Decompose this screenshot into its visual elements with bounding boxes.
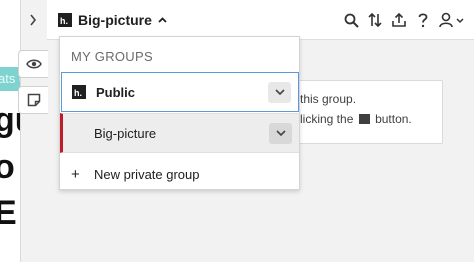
note-icon [27, 93, 40, 107]
top-bar-actions [342, 10, 466, 30]
group-item-label: Public [96, 84, 136, 100]
new-group-label: New private group [94, 166, 200, 182]
sort-arrows-icon [368, 12, 382, 28]
chevron-up-icon [158, 17, 167, 23]
menu-heading: MY GROUPS [71, 49, 153, 64]
annotate-icon [358, 114, 370, 124]
group-item-big-picture[interactable]: Big-picture [60, 113, 299, 153]
empty-state-card: this group. licking the button. [283, 80, 443, 144]
search-icon [344, 13, 359, 28]
group-switcher-button[interactable]: h. Big-picture [58, 10, 167, 30]
sidebar-top-bar: h. Big-picture [47, 0, 474, 40]
card-text-line: this group. [300, 92, 357, 106]
user-icon [439, 12, 464, 28]
group-item-label: Big-picture [94, 125, 157, 141]
group-item-public[interactable]: h. Public [61, 72, 299, 112]
hypothesis-logo-icon: h. [58, 13, 72, 27]
current-group-name: Big-picture [78, 12, 152, 28]
chevron-down-icon [275, 130, 286, 136]
hypothesis-logo-icon: h. [72, 85, 86, 99]
groups-dropdown-menu: MY GROUPS h. Public Big-picture + New pr… [59, 36, 300, 190]
sort-button[interactable] [366, 10, 384, 30]
eye-icon [25, 59, 42, 69]
collapse-sidebar-button[interactable] [20, 0, 46, 40]
group-expand-button[interactable] [268, 81, 291, 103]
help-button[interactable] [414, 10, 432, 30]
user-menu-button[interactable] [438, 10, 466, 30]
chevron-right-icon [30, 14, 37, 26]
card-text-line: licking the button. [300, 112, 412, 126]
share-button[interactable] [390, 10, 408, 30]
show-highlights-button[interactable] [18, 50, 48, 78]
chevron-down-icon [274, 89, 285, 95]
page-heading-fragment: E [0, 194, 17, 232]
new-page-note-button[interactable] [18, 86, 48, 114]
help-icon [418, 13, 428, 28]
plus-icon: + [71, 165, 80, 183]
search-button[interactable] [342, 10, 360, 30]
share-icon [392, 12, 406, 27]
new-private-group-item[interactable]: + New private group [60, 154, 299, 194]
group-expand-button[interactable] [269, 122, 292, 144]
